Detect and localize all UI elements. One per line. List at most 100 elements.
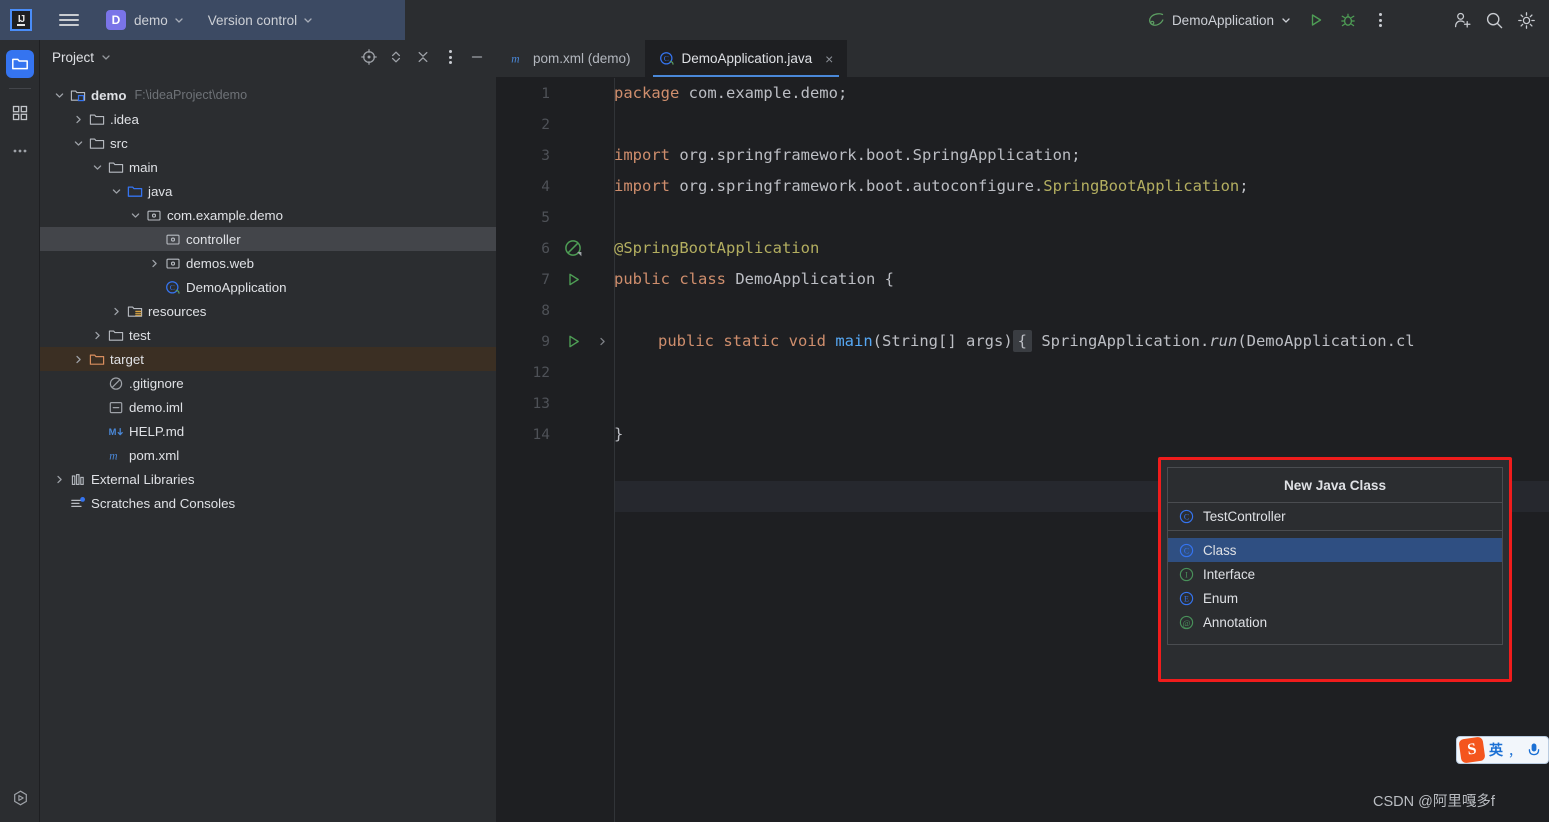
- folder-icon: [108, 330, 123, 341]
- hamburger-menu-icon[interactable]: [56, 7, 82, 33]
- tree-node-target[interactable]: target: [40, 347, 496, 371]
- tree-node-scratches-and-consoles[interactable]: Scratches and Consoles: [40, 491, 496, 515]
- tree-node-controller[interactable]: controller: [40, 227, 496, 251]
- settings-button[interactable]: [1511, 6, 1541, 34]
- keyword-class: class: [670, 270, 726, 288]
- activity-bar: [0, 40, 40, 822]
- new-java-class-popup[interactable]: New Java Class C TestController C Class I I…: [1167, 467, 1503, 645]
- iml-file-icon: [109, 401, 122, 413]
- tree-node-idea[interactable]: .idea: [40, 107, 496, 131]
- expand-collapse-button[interactable]: [383, 44, 409, 70]
- tree-twisty-toggle[interactable]: [71, 112, 85, 126]
- popup-item-list: C Class I Interface E Enum @ Annotation: [1168, 538, 1502, 634]
- tree-twisty-toggle[interactable]: [90, 160, 104, 174]
- search-button[interactable]: [1479, 6, 1509, 34]
- intellij-idea-logo[interactable]: IJ: [10, 9, 32, 31]
- sogou-ime-bar[interactable]: S 英 ，: [1456, 736, 1549, 764]
- tree-twisty-toggle[interactable]: [147, 256, 161, 270]
- markdown-icon: M: [108, 426, 123, 437]
- popup-existing-class-row[interactable]: C TestController: [1168, 503, 1502, 531]
- run-play-icon: [1311, 14, 1322, 26]
- editor-tab-demoapplication-java[interactable]: C DemoApplication.java ×: [644, 40, 848, 77]
- run-tool-window-button[interactable]: [6, 784, 34, 812]
- tree-node-com-example-demo[interactable]: com.example.demo: [40, 203, 496, 227]
- tree-node-help-md[interactable]: M HELP.md: [40, 419, 496, 443]
- tree-node-demo[interactable]: demo F:\ideaProject\demo: [40, 83, 496, 107]
- sidebar-item-more-tools[interactable]: [6, 137, 34, 165]
- run-gutter-icon[interactable]: [556, 271, 590, 288]
- collapse-all-button[interactable]: [410, 44, 436, 70]
- tree-twisty-toggle[interactable]: [71, 136, 85, 150]
- tree-node-main[interactable]: main: [40, 155, 496, 179]
- tree-twisty-toggle[interactable]: [90, 328, 104, 342]
- hide-panel-button[interactable]: [464, 44, 490, 70]
- editor-gutter[interactable]: 1 2 3 4 5 6 7 8 9 12 13 14: [496, 78, 614, 822]
- gutter-line-6: 6: [496, 233, 614, 264]
- project-panel-header: Project: [40, 40, 496, 74]
- code-editor[interactable]: 1 2 3 4 5 6 7 8 9 12 13 14 package com.example.demo…: [496, 78, 1549, 822]
- ime-punctuation-toggle[interactable]: ，: [1508, 741, 1522, 760]
- tree-twisty-toggle[interactable]: [109, 304, 123, 318]
- spring-bean-icon[interactable]: [556, 239, 590, 258]
- microphone-icon[interactable]: [1527, 742, 1541, 758]
- tree-node-src[interactable]: src: [40, 131, 496, 155]
- options-menu-button[interactable]: [437, 44, 463, 70]
- svg-text:I: I: [1185, 570, 1188, 579]
- popup-item-enum[interactable]: E Enum: [1168, 586, 1502, 610]
- tree-node-icon: [107, 399, 124, 415]
- tab-icon: C: [659, 51, 675, 66]
- debug-bug-icon: [1341, 13, 1355, 27]
- popup-item-annotation[interactable]: @ Annotation: [1168, 610, 1502, 634]
- line-number: 13: [532, 395, 550, 412]
- line-number: 6: [541, 240, 550, 257]
- tree-twisty-toggle[interactable]: [71, 352, 85, 366]
- editor-tab-pom-xml-demo[interactable]: m pom.xml (demo): [496, 40, 645, 77]
- select-opened-file-button[interactable]: [356, 44, 382, 70]
- popup-item-class[interactable]: C Class: [1168, 538, 1502, 562]
- version-control-menu[interactable]: Version control: [202, 7, 319, 33]
- collapsed-fold-region[interactable]: {: [1012, 330, 1032, 352]
- tree-node-external-libraries[interactable]: External Libraries: [40, 467, 496, 491]
- tree-node-gitignore[interactable]: .gitignore: [40, 371, 496, 395]
- tree-node-test[interactable]: test: [40, 323, 496, 347]
- sidebar-item-structure[interactable]: [6, 99, 34, 127]
- tree-twisty-toggle[interactable]: [52, 472, 66, 486]
- tree-node-demo-iml[interactable]: demo.iml: [40, 395, 496, 419]
- more-run-options-button[interactable]: [1365, 6, 1395, 34]
- tree-twisty-toggle[interactable]: [109, 184, 123, 198]
- run-hexagon-icon: [13, 790, 27, 805]
- line-number: 14: [532, 426, 550, 443]
- add-user-button[interactable]: [1447, 6, 1477, 34]
- tree-twisty-toggle[interactable]: [52, 88, 66, 102]
- tree-node-pom-xml[interactable]: m pom.xml: [40, 443, 496, 467]
- java-class-icon: C: [1179, 509, 1194, 524]
- run-gutter-icon[interactable]: [556, 333, 590, 350]
- project-selector[interactable]: D demo: [100, 7, 190, 33]
- close-tab-icon[interactable]: ×: [825, 51, 833, 67]
- project-panel-title[interactable]: Project: [52, 50, 111, 65]
- sidebar-item-project[interactable]: [5, 50, 34, 78]
- gutter-line-9: 9: [496, 326, 614, 357]
- scratches-icon: [70, 496, 85, 507]
- tree-node-demoapplication[interactable]: C DemoApplication: [40, 275, 496, 299]
- tree-node-label: DemoApplication: [186, 279, 287, 295]
- popup-existing-class-label: TestController: [1203, 509, 1286, 524]
- package-icon: [165, 234, 180, 245]
- gutter-line-2: 2: [496, 109, 614, 140]
- keyword-void: void: [779, 332, 826, 350]
- tree-twisty-toggle[interactable]: [128, 208, 142, 222]
- line-number: 2: [541, 116, 550, 133]
- run-button[interactable]: [1301, 6, 1331, 34]
- tree-node-icon: [145, 207, 162, 223]
- tree-node-java[interactable]: java: [40, 179, 496, 203]
- tree-node-demos-web[interactable]: demos.web: [40, 251, 496, 275]
- ime-mode-label[interactable]: 英: [1489, 740, 1503, 760]
- more-tools-icon: [13, 149, 26, 153]
- debug-button[interactable]: [1333, 6, 1363, 34]
- tree-node-label: java: [148, 183, 173, 199]
- run-configuration-selector[interactable]: DemoApplication: [1140, 7, 1299, 33]
- fold-expand-arrow-icon[interactable]: [590, 336, 614, 347]
- tree-node-resources[interactable]: resources: [40, 299, 496, 323]
- popup-item-interface[interactable]: I Interface: [1168, 562, 1502, 586]
- import-class: SpringBootApplication: [1043, 177, 1240, 195]
